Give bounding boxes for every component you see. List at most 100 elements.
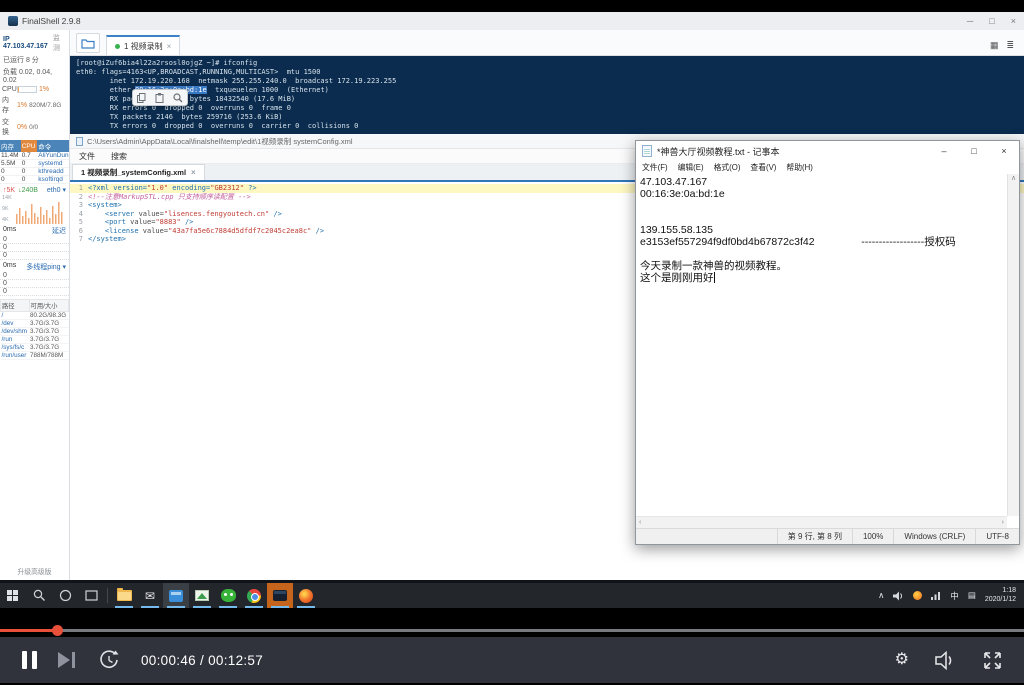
progress-handle[interactable]: [52, 625, 64, 636]
notepad-text-area[interactable]: 47.103.47.167 00:16:3e:0a:bd:1e 139.155.…: [636, 174, 1007, 516]
disk-row[interactable]: /run 3.7G/3.7G: [0, 335, 69, 344]
layout-view-buttons: ▦ ≣: [990, 40, 1024, 55]
task-view-icon: [84, 590, 98, 601]
minimize-button[interactable]: ─: [967, 16, 973, 26]
selection-toolbar: [132, 89, 188, 106]
taskbar-chrome[interactable]: [241, 583, 267, 608]
taskbar-firefox[interactable]: [293, 583, 319, 608]
scroll-up-icon[interactable]: ∧: [1011, 175, 1016, 182]
minimize-button[interactable]: –: [929, 141, 959, 161]
ime-indicator[interactable]: 中: [950, 590, 959, 602]
close-tab-icon[interactable]: ×: [167, 42, 172, 51]
notepad-window: *神兽大厅视频教程.txt - 记事本 – □ × 文件(F) 编辑(E) 格式…: [635, 140, 1020, 545]
open-connections-button[interactable]: [76, 33, 100, 53]
terminal-line: [root@iZuf6bia4l22a2rsosl0ojgZ ~]# ifcon…: [76, 59, 258, 67]
taskbar-mail[interactable]: ✉: [137, 583, 163, 608]
ssh-terminal[interactable]: [root@iZuf6bia4l22a2rsosl0ojgZ ~]# ifcon…: [70, 56, 1024, 134]
col-memory[interactable]: 内存: [0, 140, 21, 152]
taskbar-blue-app[interactable]: [163, 583, 189, 608]
settings-gear-button[interactable]: ⚙: [895, 652, 909, 668]
maximize-button[interactable]: □: [959, 141, 989, 161]
vertical-scrollbar[interactable]: ∧: [1007, 174, 1019, 516]
seek-bar[interactable]: [0, 625, 1024, 636]
encoding: UTF-8: [975, 529, 1019, 544]
line-number: 6: [78, 226, 83, 235]
scroll-right-icon[interactable]: ›: [1002, 519, 1004, 526]
upgrade-link[interactable]: 升级高级版: [0, 566, 69, 576]
process-row[interactable]: 11.4M 0.7 AliYunDun: [0, 152, 69, 160]
task-view-button[interactable]: [78, 583, 104, 608]
tray-app-icon[interactable]: [913, 591, 923, 600]
eol-format: Windows (CRLF): [893, 529, 975, 544]
disk-row[interactable]: /80.2G/98.3G: [0, 311, 69, 320]
close-tab-icon[interactable]: ×: [191, 168, 196, 177]
taskbar-photos[interactable]: [189, 583, 215, 608]
tray-chevron-icon[interactable]: ∧: [878, 590, 884, 601]
taskbar-wechat[interactable]: [215, 583, 241, 608]
horizontal-scrollbar[interactable]: ‹ ›: [636, 516, 1007, 528]
next-button[interactable]: [57, 651, 77, 669]
interface-select[interactable]: eth0 ▾: [47, 186, 66, 194]
disk-row[interactable]: /run/user 788M/788M: [0, 351, 69, 360]
ping-row: 0: [0, 272, 69, 280]
taskbar-screen-recorder-active[interactable]: [267, 583, 293, 608]
ping-row: 0: [0, 280, 69, 288]
grid-view-icon[interactable]: ▦: [990, 40, 999, 51]
keyboard-layout-icon[interactable]: ▤: [968, 590, 976, 601]
scroll-left-icon[interactable]: ‹: [639, 519, 641, 526]
disk-row[interactable]: /dev 3.7G/3.7G: [0, 319, 69, 328]
tab-systemconfig[interactable]: 1 视频录制_systemConfig.xml ×: [72, 164, 205, 180]
taskbar-search-button[interactable]: [26, 583, 52, 608]
taskbar-file-explorer[interactable]: [111, 583, 137, 608]
menu-file[interactable]: 文件: [79, 151, 95, 162]
search-icon[interactable]: [173, 92, 183, 103]
pause-button[interactable]: [22, 651, 37, 669]
process-row[interactable]: 0 0 kthreadd: [0, 167, 69, 176]
disk-row[interactable]: /dev/shm 3.7G/3.7G: [0, 327, 69, 336]
menu-view[interactable]: 查看(V): [750, 162, 776, 173]
ping-section-header: 0ms 多线程ping ▾: [3, 262, 66, 271]
player-right-controls: ⚙: [895, 650, 1002, 670]
volume-icon[interactable]: [893, 591, 904, 601]
line-number: 7: [78, 235, 83, 243]
taskbar-clock[interactable]: 1:18 2020/1/12: [985, 587, 1016, 604]
menu-search[interactable]: 搜索: [111, 151, 127, 162]
menu-file[interactable]: 文件(F): [642, 162, 668, 173]
cortana-icon: [59, 589, 71, 602]
menu-edit[interactable]: 编辑(E): [678, 162, 704, 173]
time-display: 00:00:46 / 00:12:57: [141, 652, 264, 668]
line-number: 1: [78, 184, 83, 192]
chrome-icon: [247, 588, 261, 603]
tab-session-active[interactable]: 1 视频录制 ×: [106, 35, 181, 55]
windows-taskbar: ✉ ∧ 中 ▤ 1:18 2020/1/12: [0, 583, 1024, 608]
disk-table: 路径 可用/大小 /80.2G/98.3G /dev 3.7G/3.7G /dev…: [0, 299, 70, 360]
session-tabbar: 1 视频录制 × ▦ ≣: [70, 30, 1024, 56]
copy-icon[interactable]: [137, 92, 146, 103]
playback-speed-button[interactable]: [97, 649, 121, 671]
fullscreen-button[interactable]: [983, 651, 1002, 670]
notepad-title: *神兽大厅视频教程.txt - 记事本: [657, 146, 780, 157]
close-button[interactable]: ×: [989, 141, 1019, 161]
monitor-action[interactable]: 监测: [53, 33, 66, 53]
editor-tab-label: 1 视频录制_systemConfig.xml: [81, 168, 187, 177]
col-command[interactable]: 命令: [37, 140, 69, 152]
col-cpu[interactable]: CPU: [20, 140, 38, 152]
process-row[interactable]: 0 0 ksoftirqd: [0, 175, 69, 184]
start-button[interactable]: [0, 583, 26, 608]
line-number: 4: [78, 209, 83, 218]
notepad-titlebar[interactable]: *神兽大厅视频教程.txt - 记事本 – □ ×: [636, 141, 1019, 161]
cortana-button[interactable]: [52, 583, 78, 608]
list-view-icon[interactable]: ≣: [1006, 40, 1014, 51]
process-row[interactable]: 5.5M 0 systemd: [0, 159, 69, 168]
volume-button[interactable]: [935, 650, 957, 670]
latency-row: 0: [0, 252, 69, 260]
maximize-button[interactable]: □: [989, 16, 994, 26]
paste-icon[interactable]: [155, 92, 164, 103]
disk-row[interactable]: /sys/fs/c 3.7G/3.7G: [0, 343, 69, 352]
menu-help[interactable]: 帮助(H): [786, 162, 812, 173]
close-button[interactable]: ×: [1011, 16, 1016, 26]
folder-open-icon: [81, 38, 95, 49]
network-icon[interactable]: [931, 591, 941, 600]
progress-fill: [0, 629, 58, 632]
menu-format[interactable]: 格式(O): [714, 162, 741, 173]
